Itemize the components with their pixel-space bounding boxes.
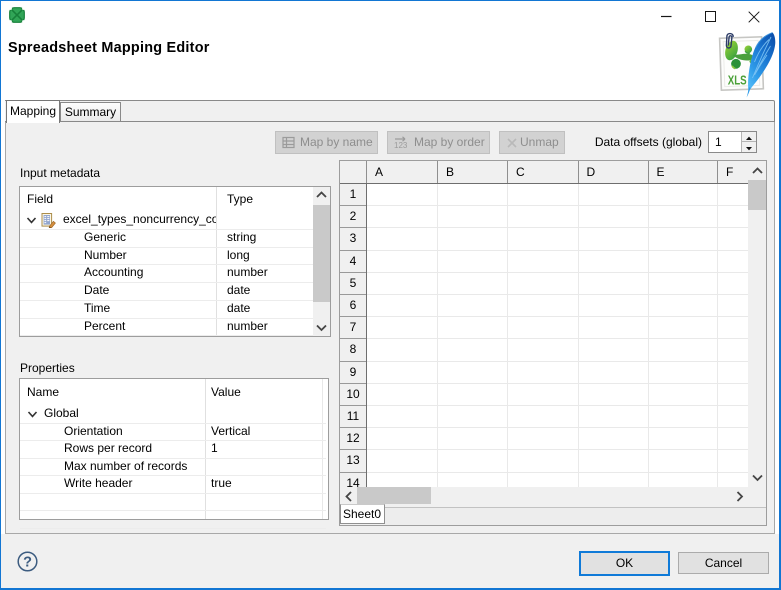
svg-text:123: 123 [394, 141, 408, 150]
svg-text:?: ? [23, 555, 32, 571]
svg-text:XLS: XLS [728, 74, 747, 87]
